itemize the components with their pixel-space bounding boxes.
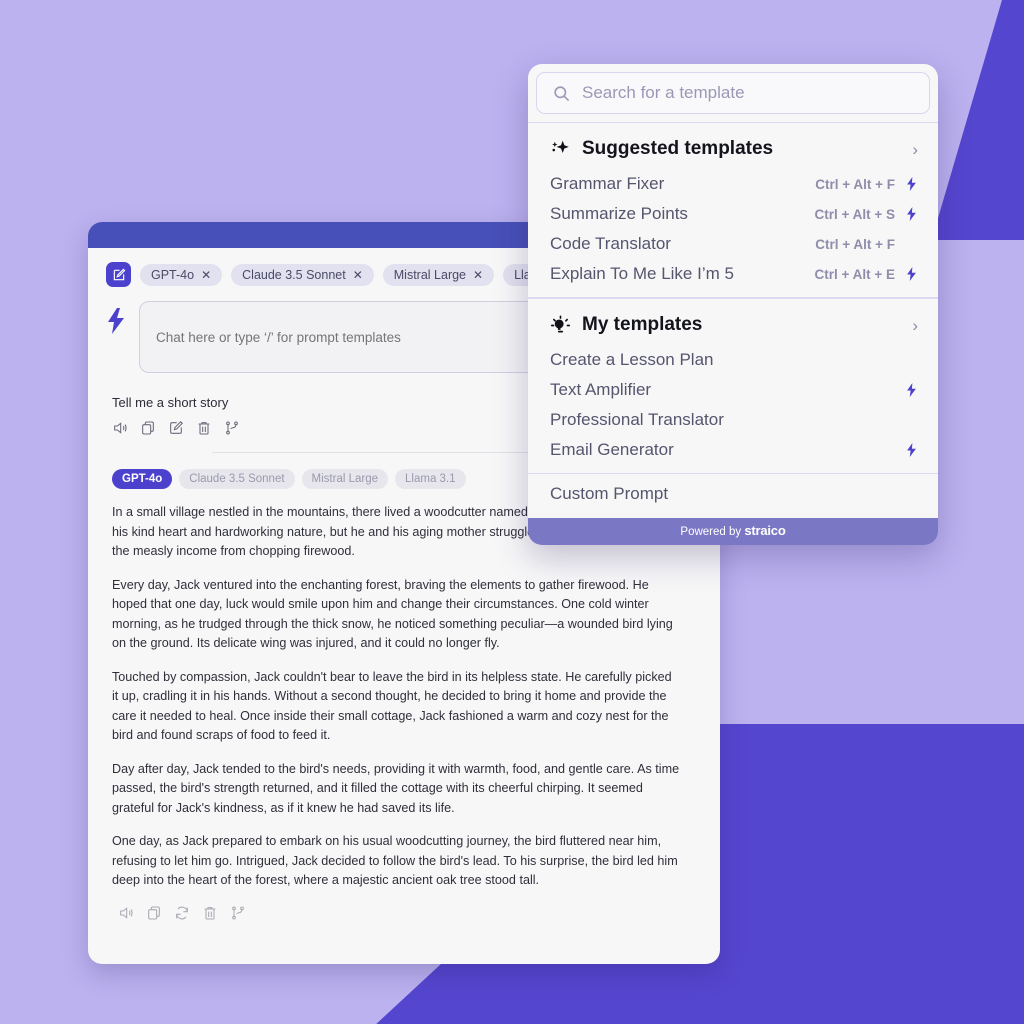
lightning-bolt-icon	[907, 267, 916, 281]
template-item-explain-like-im-5[interactable]: Explain To Me Like I’m 5 Ctrl + Alt + E	[528, 259, 938, 289]
answer-tab-gpt4o[interactable]: GPT-4o	[112, 469, 173, 489]
trash-icon[interactable]	[196, 420, 212, 436]
template-item-professional-translator[interactable]: Professional Translator	[528, 405, 938, 435]
answer-paragraph: Touched by compassion, Jack couldn't bea…	[112, 669, 672, 743]
section-suggested-templates: Suggested templates › Grammar Fixer Ctrl…	[528, 122, 938, 298]
template-item-create-a-lesson-plan[interactable]: Create a Lesson Plan	[528, 345, 938, 375]
powered-by-label: Powered by	[680, 526, 742, 538]
model-chip-label: Claude 3.5 Sonnet	[242, 267, 346, 282]
answer-tab-mistral[interactable]: Mistral Large	[301, 469, 389, 489]
template-search-container: Search for a template	[528, 64, 938, 122]
answer-tab-claude[interactable]: Claude 3.5 Sonnet	[179, 469, 295, 489]
template-item-grammar-fixer[interactable]: Grammar Fixer Ctrl + Alt + F	[528, 169, 938, 199]
model-chip[interactable]: GPT-4o ✕	[140, 263, 223, 286]
answer-paragraph: Day after day, Jack tended to the bird's…	[112, 761, 680, 815]
section-my-templates: My templates › Create a Lesson Plan Text…	[528, 298, 938, 474]
template-name: Grammar Fixer	[550, 174, 665, 193]
template-dropdown-panel: Search for a template Suggested template…	[528, 64, 938, 545]
close-icon[interactable]: ✕	[353, 269, 363, 281]
template-shortcut: Ctrl + Alt + E	[814, 266, 895, 282]
bolt-icon	[905, 177, 918, 191]
speaker-icon[interactable]	[112, 420, 128, 436]
template-search-box[interactable]: Search for a template	[536, 72, 930, 114]
copy-icon[interactable]	[146, 905, 162, 921]
lightning-bolt-icon[interactable]	[106, 308, 126, 334]
bolt-icon	[905, 383, 918, 397]
branch-icon[interactable]	[224, 420, 240, 436]
refresh-icon[interactable]	[174, 905, 190, 921]
section-header-suggested[interactable]: Suggested templates ›	[528, 129, 938, 169]
chevron-right-icon[interactable]: ›	[912, 317, 918, 334]
model-chip[interactable]: Mistral Large ✕	[382, 263, 495, 286]
template-item-code-translator[interactable]: Code Translator Ctrl + Alt + F	[528, 229, 938, 259]
answer-actions	[112, 905, 680, 921]
model-chip-label: Mistral Large	[393, 267, 467, 282]
template-search-placeholder: Search for a template	[582, 83, 745, 102]
template-name: Code Translator	[550, 234, 671, 253]
answer-tab-llama[interactable]: Llama 3.1	[395, 469, 466, 489]
template-name: Explain To Me Like I’m 5	[550, 264, 734, 283]
edit-icon[interactable]	[168, 420, 184, 436]
template-name: Email Generator	[550, 440, 674, 459]
sparkle-icon	[552, 140, 569, 153]
template-name: Summarize Points	[550, 204, 688, 223]
lightning-bolt-icon	[907, 207, 916, 221]
answer-paragraph: One day, as Jack prepared to embark on h…	[112, 834, 678, 888]
model-chip-label: GPT-4o	[151, 267, 195, 282]
section-title: Suggested templates	[582, 138, 774, 159]
custom-prompt-item[interactable]: Custom Prompt	[528, 474, 938, 518]
bolt-icon	[905, 443, 918, 457]
edit-models-button[interactable]	[106, 262, 131, 287]
template-shortcut: Ctrl + Alt + S	[814, 206, 895, 222]
model-chip[interactable]: Claude 3.5 Sonnet ✕	[231, 263, 374, 286]
template-item-summarize-points[interactable]: Summarize Points Ctrl + Alt + S	[528, 199, 938, 229]
template-name: Professional Translator	[550, 410, 724, 429]
pencil-square-icon	[113, 268, 125, 280]
template-shortcut: Ctrl + Alt + F	[815, 176, 895, 192]
answer-paragraph: Every day, Jack ventured into the enchan…	[112, 577, 673, 651]
chevron-right-icon[interactable]: ›	[912, 141, 918, 158]
lightbulb-icon	[550, 314, 571, 332]
speaker-icon[interactable]	[118, 905, 134, 921]
custom-prompt-label: Custom Prompt	[550, 484, 669, 503]
panel-footer: Powered by straico	[528, 518, 938, 545]
bolt-icon	[905, 267, 918, 281]
template-name: Text Amplifier	[550, 380, 652, 399]
trash-icon[interactable]	[202, 905, 218, 921]
branch-icon[interactable]	[230, 905, 246, 921]
copy-icon[interactable]	[140, 420, 156, 436]
section-header-my-templates[interactable]: My templates ›	[528, 305, 938, 345]
close-icon[interactable]: ✕	[473, 269, 483, 281]
lightning-bolt-icon	[907, 177, 916, 191]
template-item-email-generator[interactable]: Email Generator	[528, 435, 938, 465]
search-icon	[554, 85, 570, 101]
lightning-bolt-icon	[907, 443, 916, 457]
template-item-text-amplifier[interactable]: Text Amplifier	[528, 375, 938, 405]
section-title: My templates	[582, 314, 703, 335]
assistant-answer: In a small village nestled in the mounta…	[106, 503, 702, 921]
template-shortcut: Ctrl + Alt + F	[815, 236, 895, 252]
straico-logo: straico	[744, 523, 786, 538]
bolt-icon	[905, 207, 918, 221]
template-name: Create a Lesson Plan	[550, 350, 714, 369]
lightning-bolt-icon	[907, 383, 916, 397]
close-icon[interactable]: ✕	[201, 269, 211, 281]
